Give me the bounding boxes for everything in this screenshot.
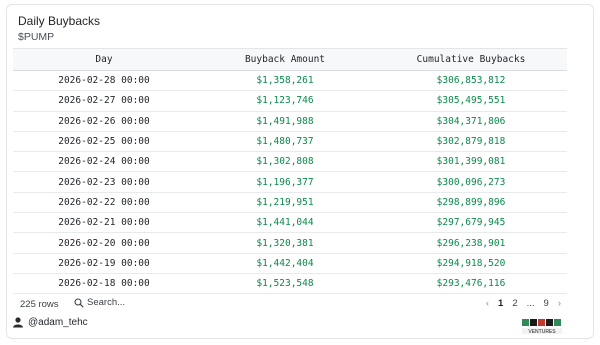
table-body: 2026-02-28 00:00 $1,358,261 $306,853,812 2… — [13, 70, 567, 295]
table-row: 2026-02-23 00:00 $1,196,377 $300,096,273 — [13, 171, 567, 193]
table-row: 2026-02-24 00:00 $1,302,808 $301,399,081 — [13, 151, 567, 173]
table-row: 2026-02-21 00:00 $1,441,044 $297,679,945 — [13, 212, 567, 234]
page-ellipsis: ... — [526, 298, 535, 309]
prev-page-button[interactable]: ‹ — [486, 298, 489, 309]
author-credit[interactable]: @adam_tehc — [12, 316, 88, 328]
column-header-day[interactable]: Day — [13, 48, 195, 71]
venture-logo-text: VENTURES — [528, 329, 556, 335]
cell-day: 2026-02-20 00:00 — [13, 232, 195, 254]
table-footer: 225 rows ‹ 1 2 ... 9 › — [13, 295, 567, 315]
card-subtitle: $PUMP — [18, 31, 55, 43]
page-button-1[interactable]: 1 — [498, 298, 503, 309]
cell-day: 2026-02-26 00:00 — [13, 111, 195, 132]
pagination: ‹ 1 2 ... 9 › — [486, 298, 561, 309]
cell-day: 2026-02-24 00:00 — [13, 151, 195, 173]
table-row: 2026-02-27 00:00 $1,123,746 $305,495,551 — [13, 90, 567, 112]
table-row: 2026-02-18 00:00 $1,523,548 $293,476,116 — [13, 273, 567, 295]
row-count: 225 rows — [20, 299, 59, 310]
table-row: 2026-02-20 00:00 $1,320,381 $296,238,901 — [13, 232, 567, 254]
table-card: Daily Buybacks $PUMP Day Buyback Amount … — [6, 4, 594, 339]
cell-cumulative: $296,238,901 — [375, 232, 567, 254]
cell-day: 2026-02-19 00:00 — [13, 253, 195, 274]
cell-amount: $1,123,746 — [195, 90, 375, 112]
data-table-container: Day Buyback Amount Cumulative Buybacks 2… — [13, 48, 567, 295]
search-input[interactable] — [87, 297, 157, 308]
cell-amount: $1,358,261 — [195, 70, 375, 92]
table-row: 2026-02-19 00:00 $1,442,404 $294,918,520 — [13, 253, 567, 274]
page-button-2[interactable]: 2 — [512, 298, 517, 309]
cell-amount: $1,320,381 — [195, 232, 375, 254]
search-icon — [74, 297, 84, 308]
cell-amount: $1,523,548 — [195, 273, 375, 295]
cell-cumulative: $306,853,812 — [375, 70, 567, 92]
table-row: 2026-02-25 00:00 $1,480,737 $302,879,818 — [13, 131, 567, 153]
table-row: 2026-02-26 00:00 $1,491,988 $304,371,806 — [13, 111, 567, 132]
table-header-row: Day Buyback Amount Cumulative Buybacks — [13, 48, 567, 71]
cell-amount: $1,196,377 — [195, 171, 375, 193]
buybacks-table: Day Buyback Amount Cumulative Buybacks 2… — [13, 48, 567, 295]
table-row: 2026-02-22 00:00 $1,219,951 $298,899,896 — [13, 192, 567, 214]
cell-cumulative: $304,371,806 — [375, 111, 567, 132]
cell-amount: $1,442,404 — [195, 253, 375, 274]
table-row: 2026-02-28 00:00 $1,358,261 $306,853,812 — [13, 70, 567, 92]
cell-day: 2026-02-23 00:00 — [13, 171, 195, 193]
cell-cumulative: $293,476,116 — [375, 273, 567, 295]
search-box[interactable] — [74, 297, 157, 308]
user-avatar-icon — [13, 317, 23, 328]
card-title: Daily Buybacks — [18, 14, 101, 28]
cell-cumulative: $294,918,520 — [375, 253, 567, 274]
page-button-9[interactable]: 9 — [544, 298, 549, 309]
cell-amount: $1,219,951 — [195, 192, 375, 214]
cell-amount: $1,480,737 — [195, 131, 375, 153]
column-header-cumulative-buybacks[interactable]: Cumulative Buybacks — [375, 48, 567, 71]
cell-cumulative: $301,399,081 — [375, 151, 567, 173]
cell-day: 2026-02-21 00:00 — [13, 212, 195, 234]
cell-amount: $1,302,808 — [195, 151, 375, 173]
cell-cumulative: $300,096,273 — [375, 171, 567, 193]
cell-day: 2026-02-27 00:00 — [13, 90, 195, 112]
cell-day: 2026-02-18 00:00 — [13, 273, 195, 295]
cell-cumulative: $298,899,896 — [375, 192, 567, 214]
next-page-button[interactable]: › — [558, 298, 561, 309]
cell-amount: $1,441,044 — [195, 212, 375, 234]
cell-cumulative: $302,879,818 — [375, 131, 567, 153]
cell-day: 2026-02-28 00:00 — [13, 70, 195, 92]
author-handle: @adam_tehc — [28, 316, 88, 328]
cell-day: 2026-02-22 00:00 — [13, 192, 195, 214]
cell-cumulative: $297,679,945 — [375, 212, 567, 234]
cell-amount: $1,491,988 — [195, 111, 375, 132]
venture-logo: VENTURES — [522, 319, 562, 335]
cell-day: 2026-02-25 00:00 — [13, 131, 195, 153]
cell-cumulative: $305,495,551 — [375, 90, 567, 112]
column-header-buyback-amount[interactable]: Buyback Amount — [195, 48, 375, 71]
